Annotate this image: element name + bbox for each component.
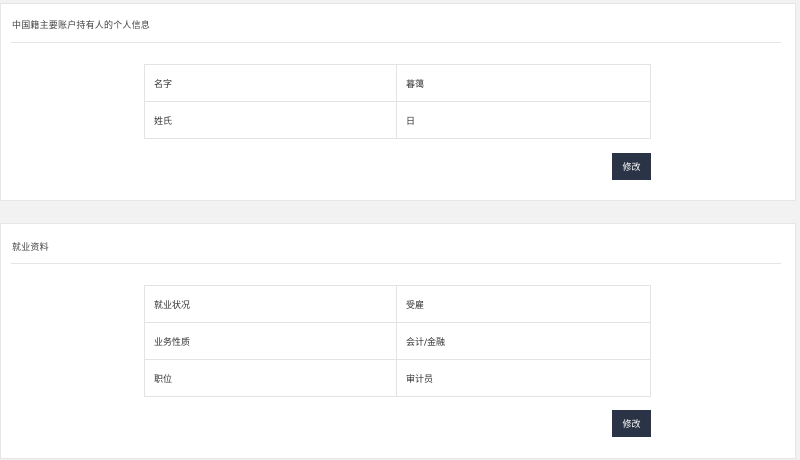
business-nature-label: 业务性质 [144, 322, 397, 360]
personal-info-divider [11, 42, 781, 43]
edit-personal-info-button[interactable]: 修改 [612, 153, 651, 180]
first-name-label: 名字 [144, 64, 397, 102]
table-row: 业务性质 会计/金融 [144, 322, 651, 360]
employment-info-divider [11, 263, 781, 264]
table-row: 姓氏 日 [144, 101, 651, 139]
first-name-value: 暮蔼 [396, 64, 651, 102]
employment-info-title: 就业资料 [12, 243, 49, 253]
employment-info-panel: 就业资料 就业状况 受雇 业务性质 会计/金融 职位 审计员 修改 [0, 223, 796, 459]
last-name-label: 姓氏 [144, 101, 397, 139]
employment-status-label: 就业状况 [144, 285, 397, 323]
edit-employment-info-button[interactable]: 修改 [612, 410, 651, 437]
personal-info-table: 名字 暮蔼 姓氏 日 [144, 64, 651, 139]
job-title-value: 审计员 [396, 359, 651, 397]
personal-info-panel: 中国籍主要账户持有人的个人信息 名字 暮蔼 姓氏 日 修改 [0, 3, 796, 201]
business-nature-value: 会计/金融 [396, 322, 651, 360]
table-row: 就业状况 受雇 [144, 285, 651, 323]
employment-status-value: 受雇 [396, 285, 651, 323]
last-name-value: 日 [396, 101, 651, 139]
personal-info-title: 中国籍主要账户持有人的个人信息 [12, 21, 151, 31]
table-row: 职位 审计员 [144, 359, 651, 397]
job-title-label: 职位 [144, 359, 397, 397]
employment-info-table: 就业状况 受雇 业务性质 会计/金融 职位 审计员 [144, 285, 651, 397]
table-row: 名字 暮蔼 [144, 64, 651, 102]
